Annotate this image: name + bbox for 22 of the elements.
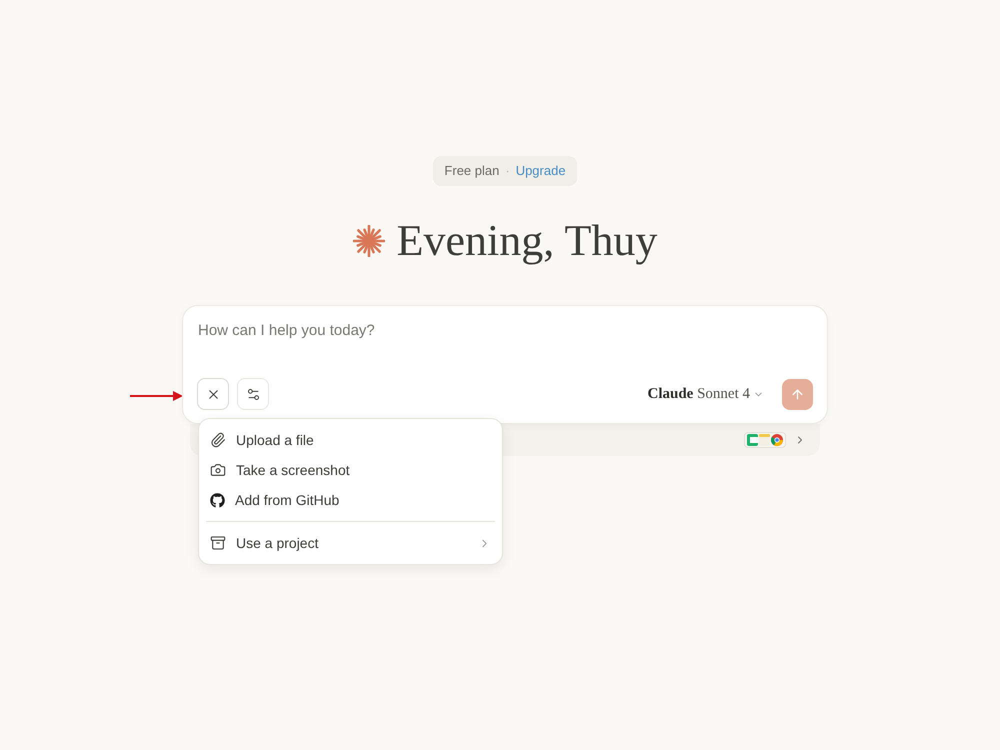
settings-button[interactable] [237, 378, 269, 410]
menu-item[interactable]: Add from GitHub [205, 485, 496, 515]
paperclip-icon [210, 432, 226, 448]
menu-item[interactable]: Use a project [205, 528, 496, 558]
menu-item[interactable]: Upload a file [205, 425, 496, 455]
note-app-icon [759, 434, 770, 446]
menu-item[interactable]: Take a screenshot [205, 455, 496, 485]
separator: · [505, 162, 510, 180]
spark-icon [352, 225, 385, 257]
archive-box-icon [210, 535, 226, 551]
model-selector[interactable]: Claude Sonnet 4 [645, 379, 766, 409]
sliders-icon [246, 386, 260, 402]
close-button[interactable] [197, 378, 229, 410]
greeting-heading: Evening, Thuy [396, 215, 658, 267]
app-tile-icon [747, 434, 758, 446]
app-icons-group[interactable] [744, 432, 786, 448]
message-input[interactable]: How can I help you today? [197, 318, 813, 342]
pointer-arrow-icon [130, 391, 183, 401]
camera-icon [210, 462, 226, 478]
github-icon [210, 492, 225, 508]
plan-label: Free plan [444, 162, 500, 180]
browser-icon [771, 434, 783, 446]
